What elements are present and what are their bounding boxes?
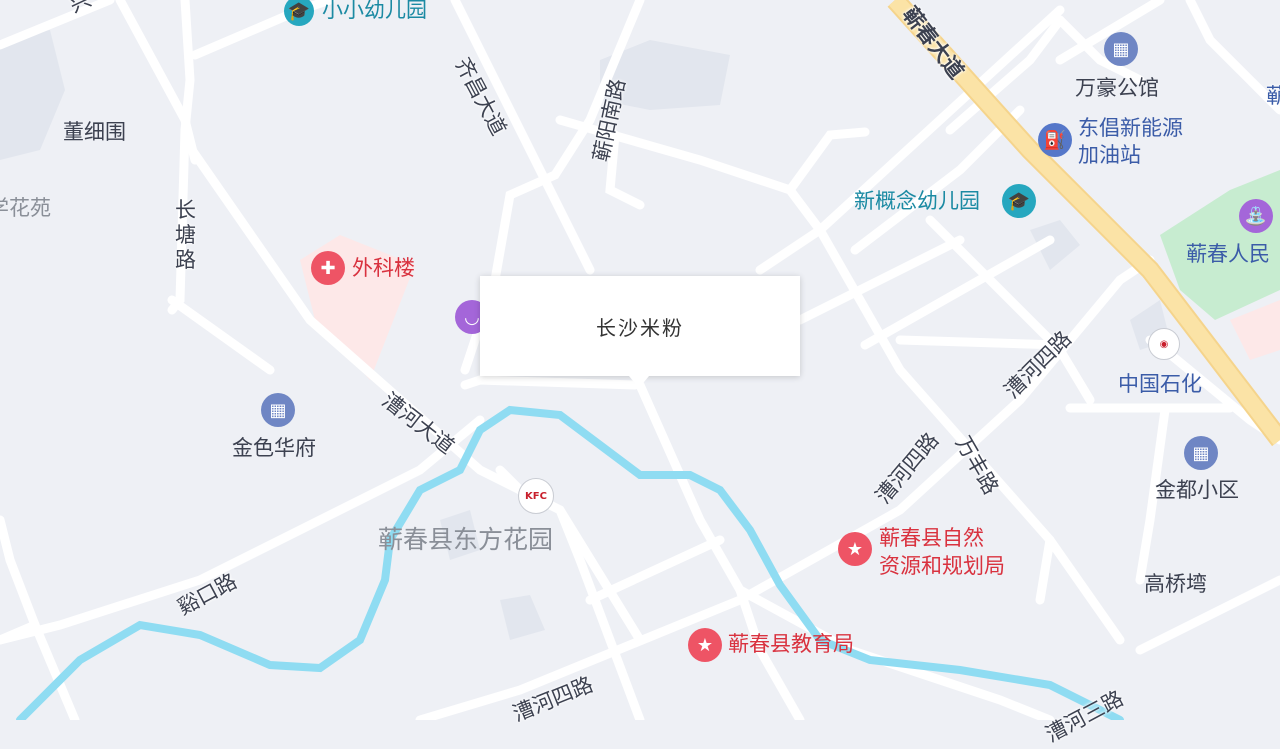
poi-label-gas-line1[interactable]: 东倡新能源 [1078,116,1183,140]
poi-label-ziran-line1[interactable]: 蕲春县自然 [879,526,984,550]
kfc-logo-icon[interactable]: KFC [518,478,554,514]
area-label-gaoqiaowan: 高桥塆 [1144,572,1207,596]
star-icon[interactable]: ★ [688,628,722,662]
poi-label-jindu[interactable]: 金都小区 [1155,478,1239,502]
poi-label-wanhao[interactable]: 万豪公馆 [1075,76,1159,100]
poi-label-ziran-line2[interactable]: 资源和规划局 [879,554,1005,578]
graduation-cap-icon[interactable]: 🎓 [1002,184,1036,218]
star-icon[interactable]: ★ [838,532,872,566]
poi-label-waikelou[interactable]: 外科楼 [352,256,415,280]
area-label-dongfang-garden: 蕲春县东方花园 [378,525,554,554]
poi-label-gas-line2[interactable]: 加油站 [1078,143,1141,167]
area-label-huayuan: 学花苑 [0,196,51,220]
building-icon[interactable]: ▦ [1184,436,1218,470]
cross-icon[interactable]: ✚ [311,251,345,285]
poi-label-sinopec[interactable]: 中国石化 [1118,372,1202,396]
fuel-pump-icon[interactable]: ⛽ [1038,123,1072,157]
poi-label-renmin[interactable]: 蕲春人民 [1186,242,1270,266]
poi-label-education-bureau[interactable]: 蕲春县教育局 [728,632,854,656]
popup-pointer [629,376,649,388]
popup-title: 长沙米粉 [596,315,684,340]
road-label-changtang: 长塘路 [175,198,196,272]
fountain-icon[interactable]: ⛲ [1239,199,1273,233]
building-icon[interactable]: ▦ [1104,32,1138,66]
location-popup[interactable]: 长沙米粉 [480,276,800,376]
poi-label-jinsehuafu[interactable]: 金色华府 [232,436,316,460]
poi-label-xingainian-kindergarten[interactable]: 新概念幼儿园 [854,189,980,213]
building-icon[interactable]: ▦ [261,393,295,427]
area-label-dongxiwei: 董细围 [63,120,126,144]
poi-label-xiaoxiao-kindergarten[interactable]: 小小幼儿园 [322,0,427,22]
road-label-corner-right: 蕲 [1266,84,1280,108]
sinopec-logo-icon[interactable]: ◉ [1148,328,1180,360]
